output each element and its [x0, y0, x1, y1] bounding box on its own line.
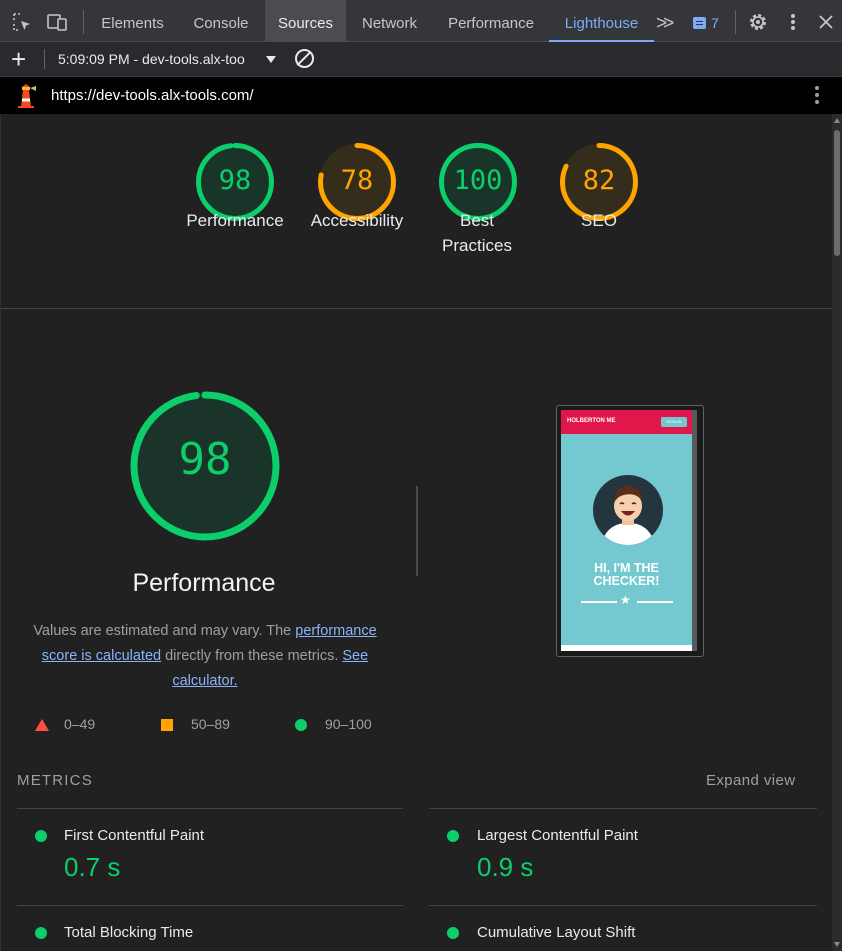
pass-circle-icon: [35, 830, 47, 842]
gear-icon[interactable]: [748, 12, 768, 32]
metric-divider: [429, 905, 817, 906]
tab-sources[interactable]: Sources: [265, 0, 346, 42]
avatar-illustration: [601, 485, 655, 545]
performance-title: Performance: [132, 569, 276, 597]
chat-icon: [693, 17, 706, 29]
gauge-label-performance[interactable]: Performance: [170, 208, 300, 233]
device-toolbar-icon[interactable]: [46, 12, 68, 32]
decor-line: [637, 601, 673, 603]
devtools-tab-bar: Elements Console Sources Network Perform…: [0, 0, 842, 42]
report-url-bar: https://dev-tools.alx-tools.com/: [0, 77, 842, 114]
legend-pass: 90–100: [325, 716, 372, 732]
screenshot-heading: HI, I'M THE CHECKER!: [561, 562, 692, 588]
gauge-score: 100: [453, 165, 503, 196]
metric-divider: [17, 905, 403, 906]
report-select[interactable]: 5:09:09 PM - dev-tools.alx-too: [58, 51, 245, 67]
vertical-divider: [416, 486, 418, 576]
metric-divider: [429, 808, 817, 809]
screenshot-brand: HOLBERTON ME: [567, 418, 616, 424]
clear-reports-icon[interactable]: [295, 49, 314, 68]
gauge-label-accessibility[interactable]: Accessibility: [292, 208, 422, 233]
decor-line: [581, 601, 617, 603]
more-tabs-button[interactable]: >>: [656, 13, 674, 35]
description-text: directly from these metrics.: [161, 648, 343, 664]
issues-counter[interactable]: 7: [693, 15, 719, 31]
average-square-icon: [161, 719, 173, 731]
pass-circle-icon: [295, 719, 307, 731]
description-text: Values are estimated and may vary. The: [33, 623, 296, 639]
pass-circle-icon: [35, 927, 47, 939]
lighthouse-toolbar: + 5:09:09 PM - dev-tools.alx-too: [0, 42, 842, 77]
toolbar-separator: [83, 10, 84, 34]
metric-value-lcp: 0.9 s: [477, 852, 534, 882]
pass-circle-icon: [447, 830, 459, 842]
metric-value-fcp: 0.7 s: [64, 852, 121, 882]
lighthouse-report: 98 Performance 78 Accessibility 100 Best…: [0, 114, 832, 951]
metric-label-tbt: Total Blocking Time: [64, 924, 194, 941]
avatar: [593, 475, 663, 545]
heading-line: CHECKER!: [593, 574, 660, 588]
metric-label-lcp: Largest Contentful Paint: [477, 827, 638, 844]
tab-elements[interactable]: Elements: [88, 0, 177, 42]
legend-average: 50–89: [191, 716, 230, 732]
screenshot-sign-in: SIGN IN: [661, 417, 687, 427]
tab-performance[interactable]: Performance: [433, 0, 549, 42]
report-menu-icon[interactable]: [815, 86, 820, 106]
performance-big-score: 98: [178, 434, 232, 485]
section-divider: [1, 308, 832, 309]
scroll-up-icon[interactable]: [834, 118, 840, 123]
close-icon[interactable]: [816, 12, 836, 32]
report-url[interactable]: https://dev-tools.alx-tools.com/: [51, 87, 254, 104]
metric-label-fcp: First Contentful Paint: [64, 827, 205, 844]
screenshot-footer: [561, 645, 697, 651]
gauge-score: 82: [582, 165, 616, 196]
chevron-down-icon[interactable]: [266, 56, 276, 63]
screenshot-scrollbar: [692, 410, 697, 651]
expand-view-toggle[interactable]: Expand view: [706, 772, 795, 789]
gauge-label-seo[interactable]: SEO: [534, 208, 664, 233]
gauge-score: 98: [218, 165, 252, 196]
gauge-label-best-practices[interactable]: Best Practices: [427, 208, 527, 258]
star-icon: ★: [620, 593, 631, 607]
screenshot-header: HOLBERTON ME SIGN IN: [561, 410, 697, 434]
metrics-title: METRICS: [17, 772, 93, 789]
issues-count: 7: [711, 15, 719, 31]
metric-label-cls: Cumulative Layout Shift: [477, 924, 636, 941]
metric-divider: [17, 808, 403, 809]
tab-network[interactable]: Network: [346, 0, 433, 42]
new-report-button[interactable]: +: [11, 44, 26, 75]
lighthouse-logo-icon: [18, 84, 36, 108]
report-scrollbar[interactable]: [832, 114, 842, 951]
gauge-score: 78: [340, 165, 374, 196]
toolbar-separator: [735, 10, 736, 34]
pass-circle-icon: [447, 927, 459, 939]
scrollbar-thumb[interactable]: [834, 130, 840, 256]
legend-fail: 0–49: [64, 716, 96, 732]
tab-lighthouse[interactable]: Lighthouse: [549, 0, 654, 42]
fail-triangle-icon: [35, 719, 49, 731]
performance-description: Values are estimated and may vary. The p…: [19, 619, 391, 694]
final-screenshot[interactable]: HOLBERTON ME SIGN IN HI, I'M THE CHECKER…: [561, 410, 697, 651]
tab-console[interactable]: Console: [177, 0, 265, 42]
inspect-element-icon[interactable]: [12, 12, 32, 32]
kebab-menu-icon[interactable]: [783, 12, 803, 32]
toolbar-separator: [44, 49, 45, 69]
scroll-down-icon[interactable]: [834, 942, 840, 947]
